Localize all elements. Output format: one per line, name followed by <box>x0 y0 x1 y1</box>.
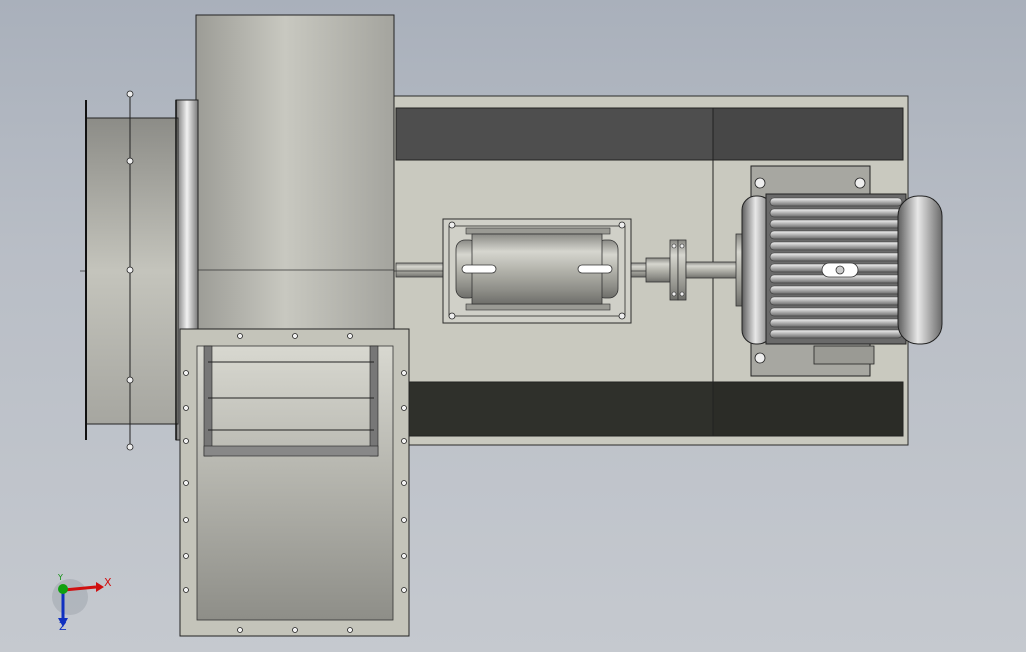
cooling-fin <box>769 197 903 207</box>
flange-bolt <box>183 370 189 376</box>
flange-bolt <box>401 517 407 523</box>
cooling-fin <box>769 296 903 306</box>
flange-bolt <box>183 480 189 486</box>
cooling-fin <box>769 329 903 339</box>
flange-bolt <box>347 333 353 339</box>
flange-bolt <box>401 438 407 444</box>
cooling-fin <box>769 318 903 328</box>
outlet-flange-duct[interactable] <box>179 328 410 637</box>
frame-rail-top-left <box>395 107 714 161</box>
fan-scroll-housing[interactable] <box>195 14 395 332</box>
flange-bolt <box>183 517 189 523</box>
terminal-box <box>813 345 875 365</box>
cooling-fin <box>769 208 903 218</box>
electric-motor[interactable] <box>741 165 943 377</box>
flange-bolt <box>347 627 353 633</box>
cad-drawing[interactable] <box>0 0 1026 652</box>
flange-bolt <box>237 627 243 633</box>
flange-bolt <box>183 587 189 593</box>
flange-bolt <box>401 553 407 559</box>
axis-y-label: Y <box>58 573 63 582</box>
axis-z-label: Z <box>59 620 67 633</box>
axis-y-dot <box>58 584 68 594</box>
frame-rail-top-right <box>712 107 904 161</box>
flange-bolt <box>401 370 407 376</box>
flange-bolt <box>237 333 243 339</box>
flange-bolt <box>183 405 189 411</box>
cooling-fin <box>769 307 903 317</box>
flange-bolt <box>292 333 298 339</box>
cooling-fin <box>769 241 903 251</box>
cooling-fin <box>769 252 903 262</box>
bearing-housing[interactable] <box>442 218 632 324</box>
flange-bolt <box>401 480 407 486</box>
cooling-fin <box>769 230 903 240</box>
flange-bolt <box>183 553 189 559</box>
flange-bolt <box>401 405 407 411</box>
axis-x-label: X <box>104 576 112 589</box>
frame-rail-bottom-right <box>712 381 904 437</box>
cad-viewport[interactable]: X Y Z <box>0 0 1026 652</box>
motor-fan-cover <box>897 195 943 345</box>
frame-rail-bottom-left <box>395 381 714 437</box>
cooling-fin <box>769 219 903 229</box>
cooling-fin <box>769 285 903 295</box>
flange-bolt <box>292 627 298 633</box>
flange-bolt <box>401 587 407 593</box>
flange-bolt <box>183 438 189 444</box>
